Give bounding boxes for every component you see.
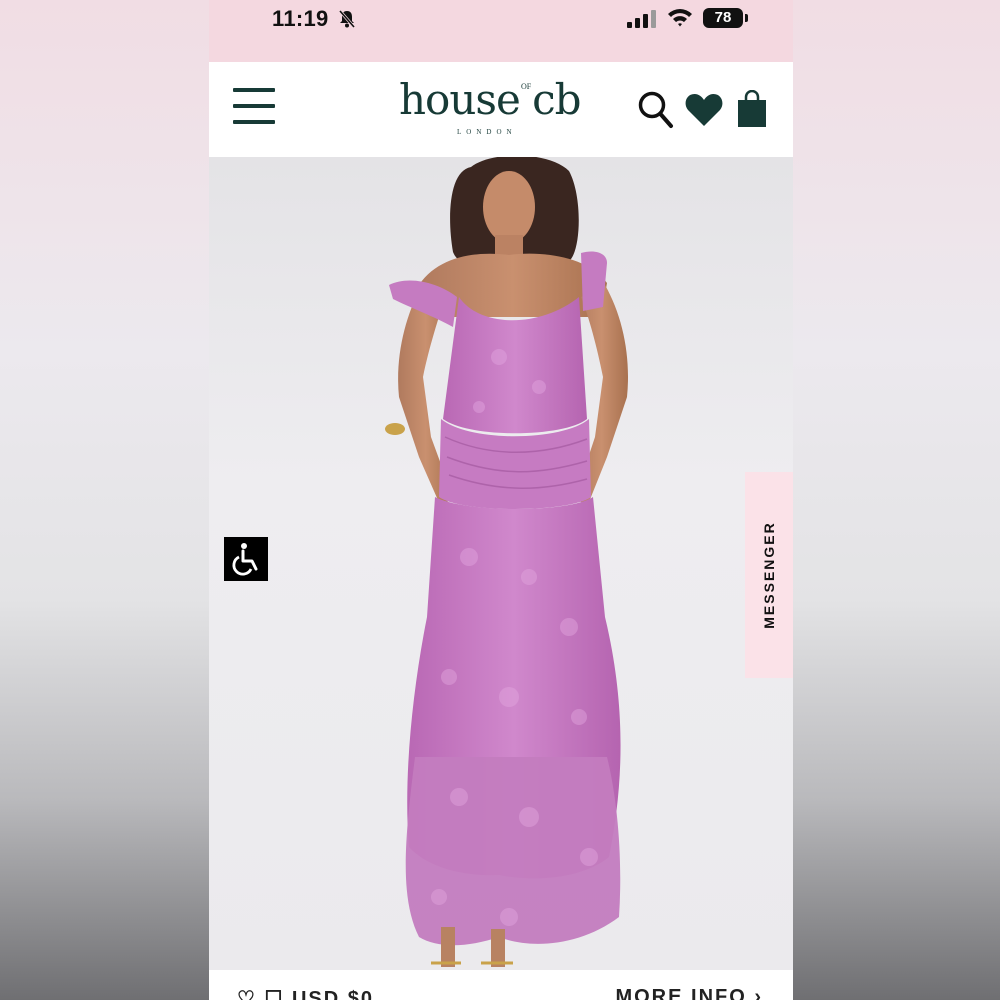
logo-subtitle: LONDON (457, 128, 517, 136)
menu-icon[interactable] (233, 88, 275, 126)
status-time: 11:19 (272, 6, 329, 31)
shopping-bag-icon[interactable] (737, 90, 767, 128)
bottom-bar: ♡ ☐ USD $0 MORE INFO › (209, 970, 793, 1000)
product-image[interactable] (209, 155, 793, 970)
signal-icon (627, 10, 656, 28)
more-info-link[interactable]: MORE INFO › (615, 986, 763, 1000)
messenger-label: MESSENGER (761, 521, 777, 629)
heart-icon[interactable] (685, 93, 723, 127)
dress-photo (385, 155, 629, 967)
wheelchair-icon (232, 543, 258, 576)
messenger-tab[interactable]: MESSENGER (745, 472, 793, 678)
site-header: house cb OF LONDON (209, 62, 793, 157)
battery-indicator: 78 (703, 8, 743, 28)
brand-logo[interactable]: house cb OF LONDON (399, 72, 609, 142)
logo-wordmark: house cb (399, 75, 582, 124)
accessibility-button[interactable] (224, 537, 268, 581)
bell-muted-icon (338, 10, 356, 28)
search-icon[interactable] (637, 90, 675, 130)
logo-of: OF (521, 82, 532, 91)
phone-screen: 11:19 78 house cb OF LONDON MESSENGER ♡ … (209, 0, 793, 1000)
price-label: ♡ ☐ USD $0 (237, 988, 375, 1000)
wifi-icon (668, 9, 692, 27)
battery-tip (745, 14, 748, 22)
status-bar: 11:19 78 (209, 0, 793, 62)
